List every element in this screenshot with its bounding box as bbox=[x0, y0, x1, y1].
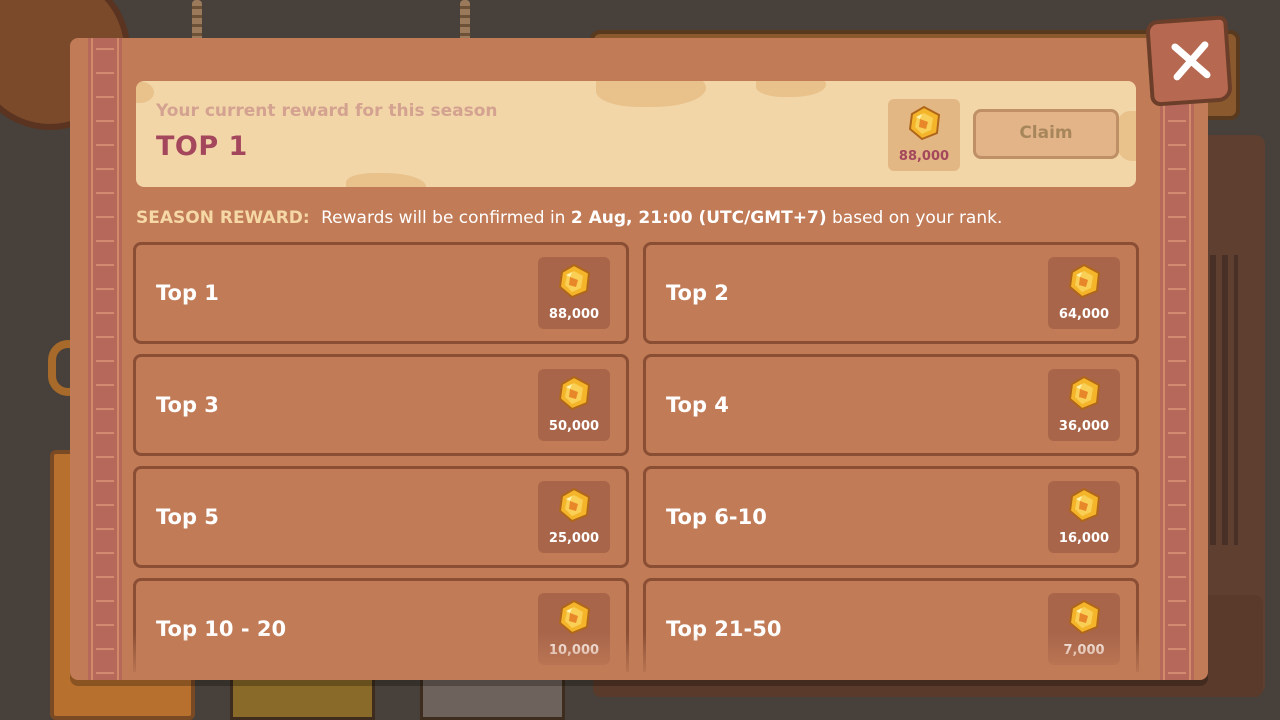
reward-card: Top 6-10 16,000 bbox=[643, 466, 1139, 568]
reward-gem-box: 10,000 bbox=[538, 593, 610, 665]
reward-amount: 25,000 bbox=[548, 531, 600, 546]
gem-icon bbox=[1068, 263, 1101, 299]
reward-rank-label: Top 10 - 20 bbox=[156, 617, 287, 641]
claim-button[interactable]: Claim bbox=[973, 109, 1119, 159]
reward-gem-box: 25,000 bbox=[538, 481, 610, 553]
season-reward-modal: Your current reward for this season TOP … bbox=[70, 38, 1208, 680]
reward-gem-box: 50,000 bbox=[538, 369, 610, 441]
reward-gem-box: 16,000 bbox=[1048, 481, 1120, 553]
reward-amount: 10,000 bbox=[548, 643, 600, 658]
reward-gem-box: 64,000 bbox=[1048, 257, 1120, 329]
reward-rank-label: Top 3 bbox=[156, 393, 219, 417]
season-reward-heading: SEASON REWARD: bbox=[136, 208, 310, 228]
gem-icon bbox=[558, 599, 591, 635]
reward-amount: 50,000 bbox=[548, 419, 600, 434]
reward-card: Top 5 25,000 bbox=[133, 466, 629, 568]
current-reward-banner: Your current reward for this season TOP … bbox=[136, 81, 1136, 187]
gem-icon bbox=[1068, 375, 1101, 411]
reward-amount: 7,000 bbox=[1063, 643, 1105, 658]
reward-amount: 88,000 bbox=[548, 307, 600, 322]
current-rank: TOP 1 bbox=[156, 131, 248, 162]
reward-rank-label: Top 5 bbox=[156, 505, 219, 529]
season-reward-text: Rewards will be confirmed in bbox=[321, 208, 566, 228]
reward-card: Top 10 - 20 10,000 bbox=[133, 578, 629, 672]
gem-icon bbox=[1068, 487, 1101, 523]
reward-amount: 36,000 bbox=[1058, 419, 1110, 434]
decorative-border bbox=[88, 38, 122, 680]
reward-rank-label: Top 1 bbox=[156, 281, 219, 305]
season-reward-text-end: based on your rank. bbox=[832, 208, 1003, 228]
gem-icon bbox=[558, 375, 591, 411]
current-reward-amount: 88,000 bbox=[898, 149, 950, 164]
season-reward-date: 2 Aug, 21:00 (UTC/GMT+7) bbox=[570, 208, 827, 228]
current-reward-gem-box: 88,000 bbox=[888, 99, 960, 171]
background-block bbox=[230, 675, 375, 720]
current-reward-label: Your current reward for this season bbox=[156, 101, 498, 121]
reward-gem-box: 7,000 bbox=[1048, 593, 1120, 665]
reward-card: Top 4 36,000 bbox=[643, 354, 1139, 456]
reward-list[interactable]: Top 1 88,000 Top 2 64,000 Top 3 50,000 T… bbox=[133, 242, 1139, 672]
gem-icon bbox=[1068, 599, 1101, 635]
gem-icon bbox=[908, 105, 941, 141]
reward-rank-label: Top 21-50 bbox=[666, 617, 782, 641]
reward-gem-box: 36,000 bbox=[1048, 369, 1120, 441]
reward-card: Top 2 64,000 bbox=[643, 242, 1139, 344]
reward-card: Top 1 88,000 bbox=[133, 242, 629, 344]
reward-rank-label: Top 6-10 bbox=[666, 505, 767, 529]
reward-card: Top 21-50 7,000 bbox=[643, 578, 1139, 672]
close-button[interactable] bbox=[1145, 15, 1233, 107]
gem-icon bbox=[558, 487, 591, 523]
background-block bbox=[420, 675, 565, 720]
reward-gem-box: 88,000 bbox=[538, 257, 610, 329]
gem-icon bbox=[558, 263, 591, 299]
reward-rank-label: Top 2 bbox=[666, 281, 729, 305]
reward-rank-label: Top 4 bbox=[666, 393, 729, 417]
close-icon bbox=[1171, 41, 1211, 81]
reward-card: Top 3 50,000 bbox=[133, 354, 629, 456]
decorative-border bbox=[1160, 38, 1194, 680]
reward-amount: 64,000 bbox=[1058, 307, 1110, 322]
season-reward-info: SEASON REWARD: Rewards will be confirmed… bbox=[136, 208, 1002, 228]
reward-amount: 16,000 bbox=[1058, 531, 1110, 546]
